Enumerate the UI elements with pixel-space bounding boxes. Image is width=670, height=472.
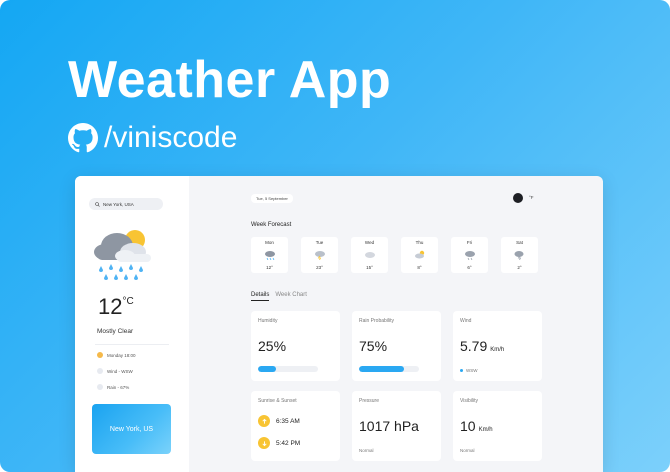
sidebar-row-wind: Wind - WSW (97, 368, 133, 374)
visibility-value: 10 Km/h (460, 418, 493, 434)
forecast-day-name: Tue (315, 240, 324, 245)
temperature-unit: °C (122, 296, 134, 307)
promo-banner: Weather App /viniscode New York, USA 12°… (0, 0, 670, 472)
clock-icon (97, 352, 103, 358)
visibility-card: Visibility 10 Km/h Normal (453, 391, 542, 461)
rain-probability-card: Rain Probability 75% (352, 311, 441, 381)
forecast-day-fri[interactable]: Fri 6° (451, 237, 488, 273)
wind-unit: Km/h (490, 347, 505, 353)
sunrise-row: 6:35 AM (258, 415, 300, 427)
cloud-icon (364, 252, 375, 258)
humidity-card: Humidity 25% (251, 311, 340, 381)
details-grid: Humidity 25% Rain Probability 75% Wind 5… (251, 311, 542, 461)
pressure-status: Normal (359, 448, 374, 453)
forecast-day-name: Wed (364, 240, 375, 245)
wind-icon (97, 368, 103, 374)
avatar[interactable] (513, 193, 523, 203)
wind-direction: WSW (460, 368, 478, 373)
forecast-day-name: Sat (516, 240, 523, 245)
card-title: Visibility (460, 398, 478, 404)
sidebar-row-rain: Rain - 67% (97, 384, 129, 390)
sidebar-row-text: Wind - WSW (107, 368, 133, 374)
forecast-day-mon[interactable]: Mon 12° (251, 237, 288, 273)
forecast-day-name: Thu (415, 240, 424, 245)
temperature-value: 12 (98, 294, 123, 319)
search-box[interactable] (89, 198, 163, 210)
forecast-day-temp: 23° (316, 265, 323, 270)
main-panel: Tue, 5 September °F Week Forecast Mon 12… (189, 176, 603, 472)
card-title: Rain Probability (359, 318, 395, 324)
storm-cloud-icon (514, 251, 523, 260)
sidebar-row-time: Monday 18:00 (97, 352, 136, 358)
forecast-day-temp: 12° (266, 265, 273, 270)
hero-handle-text: /viniscode (104, 121, 238, 154)
rain-probability-value: 75% (359, 338, 388, 354)
humidity-bar-fill (258, 366, 276, 372)
sunrise-time: 6:35 AM (276, 417, 300, 425)
forecast-day-name: Mon (265, 240, 274, 245)
forecast-day-temp: 2° (517, 265, 522, 270)
rain-probability-bar-fill (359, 366, 404, 372)
app-window: 12°C Mostly Clear Monday 18:00 Wind - WS… (75, 176, 603, 472)
cloud-sun-rain-icon (94, 230, 151, 280)
sidebar: 12°C Mostly Clear Monday 18:00 Wind - WS… (75, 176, 189, 472)
sunset-icon (258, 437, 270, 449)
forecast-day-wed[interactable]: Wed 15° (351, 237, 388, 273)
forecast-day-name: Fri (466, 240, 473, 245)
sunset-time: 5:42 PM (276, 439, 301, 447)
sun-cloud-icon (414, 250, 424, 259)
sunrise-sunset-card: Sunrise & Sunset 6:35 AM 5:42 PM (251, 391, 340, 461)
humidity-bar (258, 366, 318, 372)
hero-title: Weather App (68, 51, 392, 109)
detail-tabs: Details Week Chart (251, 292, 307, 301)
card-title: Humidity (258, 318, 278, 324)
rain-cloud-icon (264, 251, 275, 260)
condition-text: Mostly Clear (97, 328, 134, 335)
tab-details[interactable]: Details (251, 292, 270, 301)
rain-icon (97, 384, 103, 390)
sunset-row: 5:42 PM (258, 437, 300, 449)
unit-toggle-button[interactable]: °F (529, 195, 534, 200)
week-forecast-title: Week Forecast (251, 222, 292, 228)
search-icon (95, 201, 100, 207)
card-title: Wind (460, 318, 472, 324)
wind-direction-text: WSW (466, 368, 478, 373)
week-forecast-list: Mon 12° Tue 23° Wed 15° Thu 8° Fri 6° Sa… (251, 237, 538, 273)
pressure-value: 1017 hPa (359, 418, 419, 434)
sidebar-row-text: Rain - 67% (107, 384, 130, 390)
pressure-card: Pressure 1017 hPa Normal (352, 391, 441, 461)
visibility-unit: Km/h (478, 427, 493, 433)
compass-icon (460, 369, 463, 372)
city-card-label: New York, US (109, 425, 154, 433)
forecast-day-temp: 15° (366, 265, 373, 270)
forecast-day-thu[interactable]: Thu 8° (401, 237, 438, 273)
tab-week-chart[interactable]: Week Chart (275, 292, 307, 301)
card-title: Pressure (359, 398, 380, 404)
search-input[interactable] (103, 201, 163, 207)
humidity-value: 25% (258, 338, 287, 354)
visibility-distance: 10 (460, 418, 476, 434)
sidebar-divider (95, 344, 169, 345)
github-icon (68, 123, 98, 153)
forecast-day-tue[interactable]: Tue 23° (301, 237, 338, 273)
card-title: Sunrise & Sunset (258, 398, 297, 404)
wind-speed: 5.79 (460, 338, 488, 354)
wind-value: 5.79 Km/h (460, 338, 504, 354)
date-pill: Tue, 5 September (251, 194, 293, 203)
sidebar-row-text: Monday 18:00 (107, 352, 136, 358)
rain-cloud-icon (464, 251, 475, 260)
sunrise-icon (258, 415, 270, 427)
hero-handle: /viniscode (68, 120, 237, 156)
forecast-day-temp: 8° (417, 265, 422, 270)
forecast-day-temp: 6° (467, 265, 472, 270)
current-temperature: 12°C (98, 294, 134, 320)
visibility-status: Normal (460, 448, 475, 453)
city-card[interactable]: New York, US (92, 404, 171, 454)
rain-probability-bar (359, 366, 419, 372)
wind-card: Wind 5.79 Km/h WSW (453, 311, 542, 381)
forecast-day-sat[interactable]: Sat 2° (501, 237, 538, 273)
storm-cloud-icon (314, 251, 325, 260)
